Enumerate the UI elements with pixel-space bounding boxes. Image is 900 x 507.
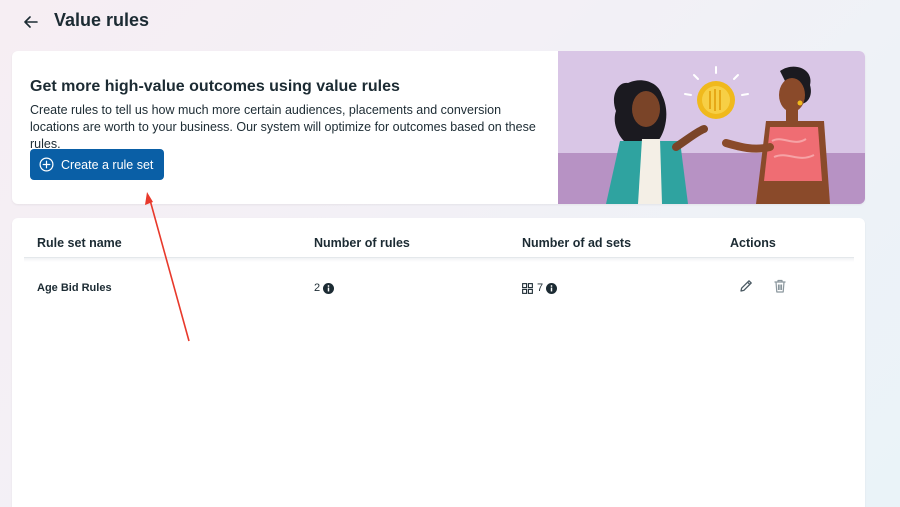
number-of-ad-sets-cell: 7 — [522, 282, 558, 294]
trash-icon[interactable] — [772, 278, 788, 294]
rule-sets-table: Rule set name Number of rules Number of … — [12, 218, 865, 507]
promo-description: Create rules to tell us how much more ce… — [30, 103, 536, 151]
page-title: Value rules — [54, 10, 150, 30]
rule-set-name-cell[interactable]: Age Bid Rules — [37, 282, 112, 294]
back-button[interactable] — [20, 11, 42, 33]
plus-circle-icon — [39, 157, 54, 172]
people-with-coin-illustration — [558, 51, 865, 204]
column-header-number-of-rules: Number of rules — [314, 236, 410, 250]
number-of-rules-cell: 2 — [314, 282, 335, 294]
number-of-ad-sets-value: 7 — [537, 282, 544, 294]
column-header-number-of-ad-sets: Number of ad sets — [522, 236, 632, 250]
pencil-icon[interactable] — [738, 278, 754, 294]
info-icon[interactable] — [323, 282, 335, 294]
column-header-rule-set-name: Rule set name — [37, 236, 122, 250]
info-icon[interactable] — [546, 282, 558, 294]
header-shadow — [24, 258, 854, 262]
page-header: Value rules — [0, 0, 900, 44]
column-header-actions: Actions — [730, 236, 776, 250]
arrow-left-icon — [24, 16, 38, 28]
create-rule-set-button[interactable]: Create a rule set — [30, 149, 164, 180]
create-rule-set-label: Create a rule set — [61, 157, 154, 172]
ad-sets-grid-icon — [522, 282, 533, 294]
promo-heading: Get more high-value outcomes using value… — [30, 78, 400, 95]
promo-card: Get more high-value outcomes using value… — [12, 51, 865, 204]
number-of-rules-value: 2 — [314, 282, 321, 294]
